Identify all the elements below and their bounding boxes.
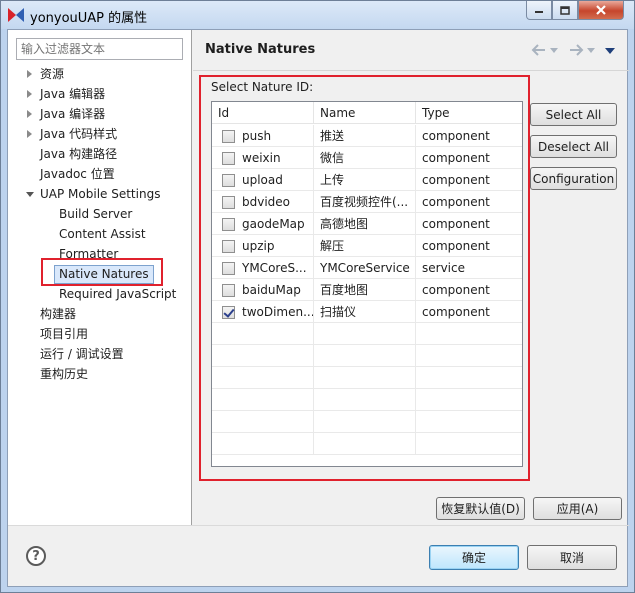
page-title: Native Natures bbox=[205, 42, 316, 57]
deselect-all-button[interactable]: Deselect All bbox=[530, 135, 617, 158]
navigation-panel: 资源 Java 编辑器 Java 编译器 Java 代码样式 Java 构建路径 Java… bbox=[8, 30, 192, 525]
minimize-button[interactable] bbox=[526, 1, 552, 20]
page-header: Native Natures bbox=[193, 30, 629, 70]
expand-arrow-icon[interactable] bbox=[27, 110, 32, 118]
tree-item-label: Java 编译器 bbox=[40, 107, 106, 121]
footer-divider bbox=[8, 525, 629, 526]
table-highlight-box bbox=[199, 75, 530, 481]
title-bar[interactable]: yonyouUAP 的属性 bbox=[1, 1, 634, 29]
ok-button[interactable]: 确定 bbox=[429, 545, 519, 570]
restore-defaults-button[interactable]: 恢复默认值(D) bbox=[436, 497, 525, 520]
header-divider bbox=[193, 70, 629, 71]
tree-item-label: Required JavaScript bbox=[59, 287, 177, 301]
help-icon[interactable]: ? bbox=[26, 546, 46, 566]
tree-item-label: Content Assist bbox=[59, 227, 146, 241]
tree-item-label: 运行 / 调试设置 bbox=[40, 347, 124, 361]
expand-arrow-icon[interactable] bbox=[27, 90, 32, 98]
tree-item-label: Java 代码样式 bbox=[40, 127, 118, 141]
window-title: yonyouUAP 的属性 bbox=[30, 11, 148, 26]
tree-item-label: 项目引用 bbox=[40, 327, 89, 341]
forward-dropdown-icon[interactable] bbox=[586, 42, 596, 58]
tree-item-label: Java 编辑器 bbox=[40, 87, 106, 101]
dialog-content: 资源 Java 编辑器 Java 编译器 Java 代码样式 Java 构建路径 Java… bbox=[7, 29, 629, 587]
close-window-button[interactable] bbox=[578, 1, 624, 20]
tree-item-label: UAP Mobile Settings bbox=[40, 187, 161, 201]
forward-arrow-icon[interactable] bbox=[567, 42, 585, 58]
collapse-arrow-icon[interactable] bbox=[26, 192, 34, 197]
expand-arrow-icon[interactable] bbox=[27, 130, 32, 138]
properties-dialog: yonyouUAP 的属性 资源 Java 编辑器 Java 编译器 Java 代码样… bbox=[0, 0, 635, 593]
tree-item-label: Java 构建路径 bbox=[40, 147, 118, 161]
expand-arrow-icon[interactable] bbox=[27, 70, 32, 78]
tree-item-label: 重构历史 bbox=[40, 367, 89, 381]
close-icon bbox=[596, 5, 606, 15]
tree-item-label: 构建器 bbox=[40, 307, 77, 321]
app-logo-icon bbox=[8, 8, 24, 22]
tree-item-label: Javadoc 位置 bbox=[40, 167, 115, 181]
minimize-icon bbox=[535, 11, 543, 13]
back-arrow-icon[interactable] bbox=[530, 42, 548, 58]
maximize-button[interactable] bbox=[552, 1, 578, 20]
tree-item-label: Build Server bbox=[59, 207, 133, 221]
cancel-button[interactable]: 取消 bbox=[527, 545, 617, 570]
selection-highlight-box bbox=[41, 258, 163, 286]
view-menu-icon[interactable] bbox=[604, 42, 616, 58]
configuration-button[interactable]: Configuration bbox=[530, 167, 617, 190]
back-dropdown-icon[interactable] bbox=[549, 42, 559, 58]
tree-item-label: 资源 bbox=[40, 67, 65, 81]
filter-input[interactable] bbox=[16, 38, 183, 60]
apply-button[interactable]: 应用(A) bbox=[533, 497, 622, 520]
maximize-icon bbox=[560, 5, 570, 15]
select-all-button[interactable]: Select All bbox=[530, 103, 617, 126]
